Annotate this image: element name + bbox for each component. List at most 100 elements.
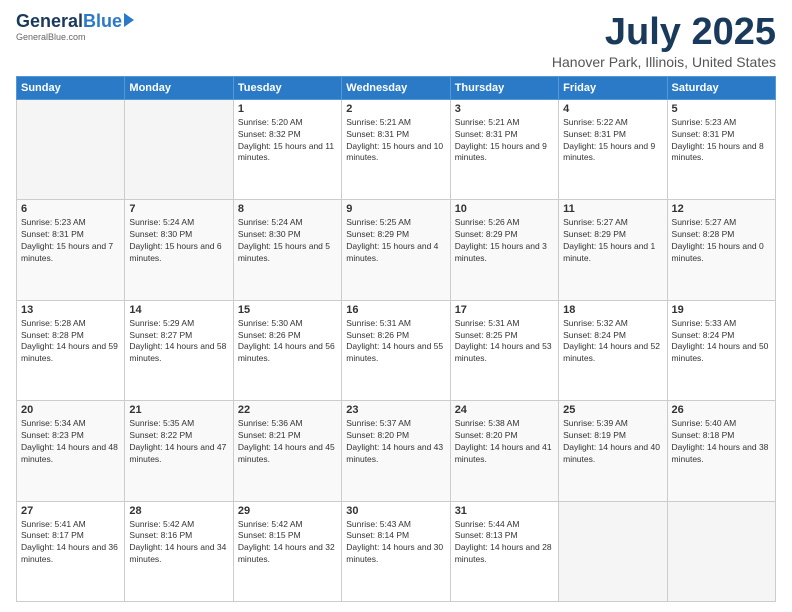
day-info: Sunrise: 5:37 AMSunset: 8:20 PMDaylight:… — [346, 418, 445, 466]
table-row: 4Sunrise: 5:22 AMSunset: 8:31 PMDaylight… — [559, 99, 667, 199]
day-info: Sunrise: 5:23 AMSunset: 8:31 PMDaylight:… — [672, 117, 771, 165]
calendar-week-row: 13Sunrise: 5:28 AMSunset: 8:28 PMDayligh… — [17, 300, 776, 400]
table-row: 19 Sunrise: 5:33 AMSunset: 8:24 PMDayligh… — [667, 300, 775, 400]
day-number: 1 — [238, 103, 337, 115]
table-row: 3Sunrise: 5:21 AMSunset: 8:31 PMDaylight… — [450, 99, 558, 199]
logo-blue: Blue — [83, 12, 122, 30]
day-number: 26 — [672, 404, 771, 416]
table-row — [559, 501, 667, 601]
table-row: 9Sunrise: 5:25 AMSunset: 8:29 PMDaylight… — [342, 200, 450, 300]
table-row: 23 Sunrise: 5:37 AMSunset: 8:20 PMDayligh… — [342, 401, 450, 501]
month-title: July 2025 — [552, 12, 776, 54]
day-number: 23 — [346, 404, 445, 416]
table-row — [667, 501, 775, 601]
day-number: 27 — [21, 505, 120, 517]
day-number: 6 — [21, 203, 120, 215]
table-row: 6 Sunrise: 5:23 AMSunset: 8:31 PMDaylight… — [17, 200, 125, 300]
calendar-week-row: 6 Sunrise: 5:23 AMSunset: 8:31 PMDaylight… — [17, 200, 776, 300]
table-row: 7 Sunrise: 5:24 AMSunset: 8:30 PMDaylight… — [125, 200, 233, 300]
col-wednesday: Wednesday — [342, 76, 450, 99]
table-row: 12 Sunrise: 5:27 AMSunset: 8:28 PMDayligh… — [667, 200, 775, 300]
day-number: 10 — [455, 203, 554, 215]
day-number: 18 — [563, 304, 662, 316]
day-number: 15 — [238, 304, 337, 316]
day-number: 7 — [129, 203, 228, 215]
calendar-week-row: 27 Sunrise: 5:41 AMSunset: 8:17 PMDayligh… — [17, 501, 776, 601]
day-number: 17 — [455, 304, 554, 316]
day-info: Sunrise: 5:42 AMSunset: 8:15 PMDaylight:… — [238, 519, 337, 567]
location-title: Hanover Park, Illinois, United States — [552, 54, 776, 70]
table-row: 18Sunrise: 5:32 AMSunset: 8:24 PMDayligh… — [559, 300, 667, 400]
table-row: 11 Sunrise: 5:27 AMSunset: 8:29 PMDayligh… — [559, 200, 667, 300]
page: General Blue GeneralBlue.com July 2025 H… — [0, 0, 792, 612]
table-row: 15 Sunrise: 5:30 AMSunset: 8:26 PMDayligh… — [233, 300, 341, 400]
calendar: Sunday Monday Tuesday Wednesday Thursday… — [16, 76, 776, 602]
table-row: 28 Sunrise: 5:42 AMSunset: 8:16 PMDayligh… — [125, 501, 233, 601]
day-number: 11 — [563, 203, 662, 215]
table-row: 29 Sunrise: 5:42 AMSunset: 8:15 PMDayligh… — [233, 501, 341, 601]
day-number: 30 — [346, 505, 445, 517]
day-number: 13 — [21, 304, 120, 316]
day-number: 16 — [346, 304, 445, 316]
logo-general: General — [16, 12, 83, 30]
table-row: 30 Sunrise: 5:43 AMSunset: 8:14 PMDayligh… — [342, 501, 450, 601]
day-number: 4 — [563, 103, 662, 115]
day-number: 22 — [238, 404, 337, 416]
table-row: 27 Sunrise: 5:41 AMSunset: 8:17 PMDayligh… — [17, 501, 125, 601]
table-row: 31 Sunrise: 5:44 AMSunset: 8:13 PMDayligh… — [450, 501, 558, 601]
day-info: Sunrise: 5:31 AMSunset: 8:25 PMDaylight:… — [455, 318, 554, 366]
table-row: 26 Sunrise: 5:40 AMSunset: 8:18 PMDayligh… — [667, 401, 775, 501]
day-info: Sunrise: 5:26 AMSunset: 8:29 PMDaylight:… — [455, 217, 554, 265]
day-info: Sunrise: 5:34 AMSunset: 8:23 PMDaylight:… — [21, 418, 120, 466]
day-number: 5 — [672, 103, 771, 115]
logo: General Blue GeneralBlue.com — [16, 12, 134, 42]
day-number: 12 — [672, 203, 771, 215]
day-info: Sunrise: 5:42 AMSunset: 8:16 PMDaylight:… — [129, 519, 228, 567]
day-info: Sunrise: 5:24 AMSunset: 8:30 PMDaylight:… — [238, 217, 337, 265]
day-info: Sunrise: 5:44 AMSunset: 8:13 PMDaylight:… — [455, 519, 554, 567]
table-row: 16 Sunrise: 5:31 AMSunset: 8:26 PMDayligh… — [342, 300, 450, 400]
day-info: Sunrise: 5:33 AMSunset: 8:24 PMDaylight:… — [672, 318, 771, 366]
day-info: Sunrise: 5:31 AMSunset: 8:26 PMDaylight:… — [346, 318, 445, 366]
day-info: Sunrise: 5:21 AMSunset: 8:31 PMDaylight:… — [455, 117, 554, 165]
col-tuesday: Tuesday — [233, 76, 341, 99]
day-number: 31 — [455, 505, 554, 517]
day-info: Sunrise: 5:41 AMSunset: 8:17 PMDaylight:… — [21, 519, 120, 567]
day-info: Sunrise: 5:35 AMSunset: 8:22 PMDaylight:… — [129, 418, 228, 466]
day-info: Sunrise: 5:24 AMSunset: 8:30 PMDaylight:… — [129, 217, 228, 265]
day-info: Sunrise: 5:27 AMSunset: 8:28 PMDaylight:… — [672, 217, 771, 265]
day-info: Sunrise: 5:21 AMSunset: 8:31 PMDaylight:… — [346, 117, 445, 165]
day-number: 29 — [238, 505, 337, 517]
day-number: 19 — [672, 304, 771, 316]
col-thursday: Thursday — [450, 76, 558, 99]
day-info: Sunrise: 5:40 AMSunset: 8:18 PMDaylight:… — [672, 418, 771, 466]
day-info: Sunrise: 5:20 AMSunset: 8:32 PMDaylight:… — [238, 117, 337, 165]
calendar-week-row: 1 Sunrise: 5:20 AMSunset: 8:32 PMDaylight… — [17, 99, 776, 199]
logo-arrow-icon — [124, 13, 134, 27]
day-number: 8 — [238, 203, 337, 215]
day-info: Sunrise: 5:30 AMSunset: 8:26 PMDaylight:… — [238, 318, 337, 366]
table-row: 24Sunrise: 5:38 AMSunset: 8:20 PMDayligh… — [450, 401, 558, 501]
day-number: 28 — [129, 505, 228, 517]
table-row: 20 Sunrise: 5:34 AMSunset: 8:23 PMDayligh… — [17, 401, 125, 501]
day-number: 24 — [455, 404, 554, 416]
col-sunday: Sunday — [17, 76, 125, 99]
day-number: 20 — [21, 404, 120, 416]
header: General Blue GeneralBlue.com July 2025 H… — [16, 12, 776, 70]
col-monday: Monday — [125, 76, 233, 99]
col-friday: Friday — [559, 76, 667, 99]
table-row: 2Sunrise: 5:21 AMSunset: 8:31 PMDaylight… — [342, 99, 450, 199]
day-number: 25 — [563, 404, 662, 416]
logo-url: GeneralBlue.com — [16, 32, 86, 42]
table-row: 25 Sunrise: 5:39 AMSunset: 8:19 PMDayligh… — [559, 401, 667, 501]
day-number: 14 — [129, 304, 228, 316]
day-info: Sunrise: 5:39 AMSunset: 8:19 PMDaylight:… — [563, 418, 662, 466]
table-row — [17, 99, 125, 199]
day-info: Sunrise: 5:43 AMSunset: 8:14 PMDaylight:… — [346, 519, 445, 567]
day-info: Sunrise: 5:27 AMSunset: 8:29 PMDaylight:… — [563, 217, 662, 265]
table-row: 1 Sunrise: 5:20 AMSunset: 8:32 PMDaylight… — [233, 99, 341, 199]
day-info: Sunrise: 5:23 AMSunset: 8:31 PMDaylight:… — [21, 217, 120, 265]
table-row: 8 Sunrise: 5:24 AMSunset: 8:30 PMDaylight… — [233, 200, 341, 300]
day-info: Sunrise: 5:36 AMSunset: 8:21 PMDaylight:… — [238, 418, 337, 466]
table-row: 22 Sunrise: 5:36 AMSunset: 8:21 PMDayligh… — [233, 401, 341, 501]
